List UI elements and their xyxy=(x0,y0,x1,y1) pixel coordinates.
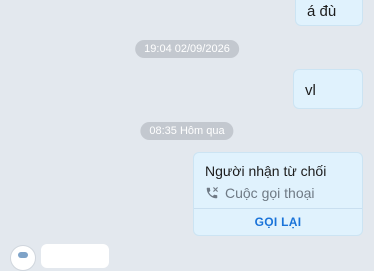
call-status-title: Người nhận từ chối xyxy=(205,163,327,179)
timestamp-divider: 19:04 02/09/2026 xyxy=(135,40,239,58)
timestamp-divider: 08:35 Hôm qua xyxy=(140,122,234,140)
timestamp-text: 19:04 02/09/2026 xyxy=(144,43,230,55)
call-type-label: Cuộc gọi thoại xyxy=(225,185,315,201)
call-back-button[interactable]: GỌI LẠI xyxy=(194,215,362,229)
message-text: á đù xyxy=(307,3,337,20)
call-type: Cuộc gọi thoại xyxy=(205,185,315,201)
avatar[interactable] xyxy=(10,245,36,271)
timestamp-text: 08:35 Hôm qua xyxy=(149,125,225,137)
message-bubble-outgoing[interactable]: vl xyxy=(293,69,363,109)
message-text: vl xyxy=(305,82,316,99)
phone-missed-icon xyxy=(206,187,218,199)
call-card[interactable]: Người nhận từ chối Cuộc gọi thoại GỌI LẠ… xyxy=(193,152,363,236)
message-bubble-outgoing[interactable]: á đù xyxy=(295,0,363,26)
avatar-image xyxy=(18,252,28,258)
divider xyxy=(194,208,362,209)
message-bubble-incoming[interactable] xyxy=(41,244,109,268)
